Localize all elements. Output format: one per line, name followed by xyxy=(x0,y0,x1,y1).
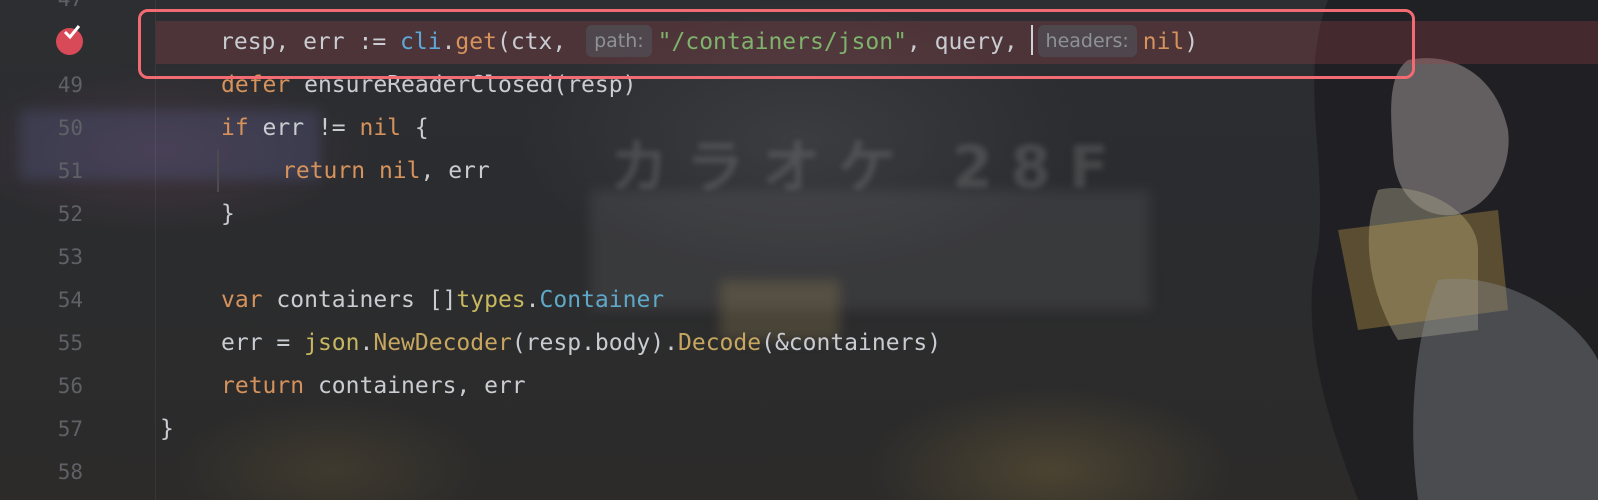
code-text: (resp.body). xyxy=(511,330,678,356)
code-line-52[interactable]: } xyxy=(221,193,235,236)
code-line-51[interactable]: return nil, err xyxy=(282,150,490,193)
code-text: containers [] xyxy=(262,287,457,313)
code-function: Decode xyxy=(678,330,762,356)
code-keyword: if xyxy=(221,115,249,141)
code-keyword: var xyxy=(221,287,263,313)
code-text: containers, err xyxy=(304,373,526,399)
code-keyword: nil xyxy=(378,158,421,184)
code-line-55[interactable]: err = json.NewDecoder(resp.body).Decode(… xyxy=(221,322,941,365)
annotation-highlight-box xyxy=(138,9,1415,79)
code-line-56[interactable]: return containers, err xyxy=(221,365,526,408)
code-function: NewDecoder xyxy=(373,330,512,356)
code-keyword: nil xyxy=(359,115,402,141)
code-text: err = xyxy=(221,330,305,356)
code-type: Container xyxy=(539,287,665,313)
code-text: { xyxy=(401,115,429,141)
code-text: err != xyxy=(248,115,360,141)
code-keyword: return xyxy=(221,373,305,399)
code-line-54[interactable]: var containers []types.Container xyxy=(221,279,664,322)
code-text: . xyxy=(525,287,540,313)
code-keyword: return xyxy=(282,158,366,184)
code-package: types xyxy=(456,287,526,313)
code-text: , err xyxy=(420,158,490,184)
code-package: json xyxy=(304,330,360,356)
code-line-50[interactable]: if err != nil { xyxy=(221,107,429,150)
code-text: . xyxy=(359,330,374,356)
code-text: (&containers) xyxy=(761,330,942,356)
indent-guide xyxy=(217,150,219,192)
code-line-57[interactable]: } xyxy=(160,408,174,451)
